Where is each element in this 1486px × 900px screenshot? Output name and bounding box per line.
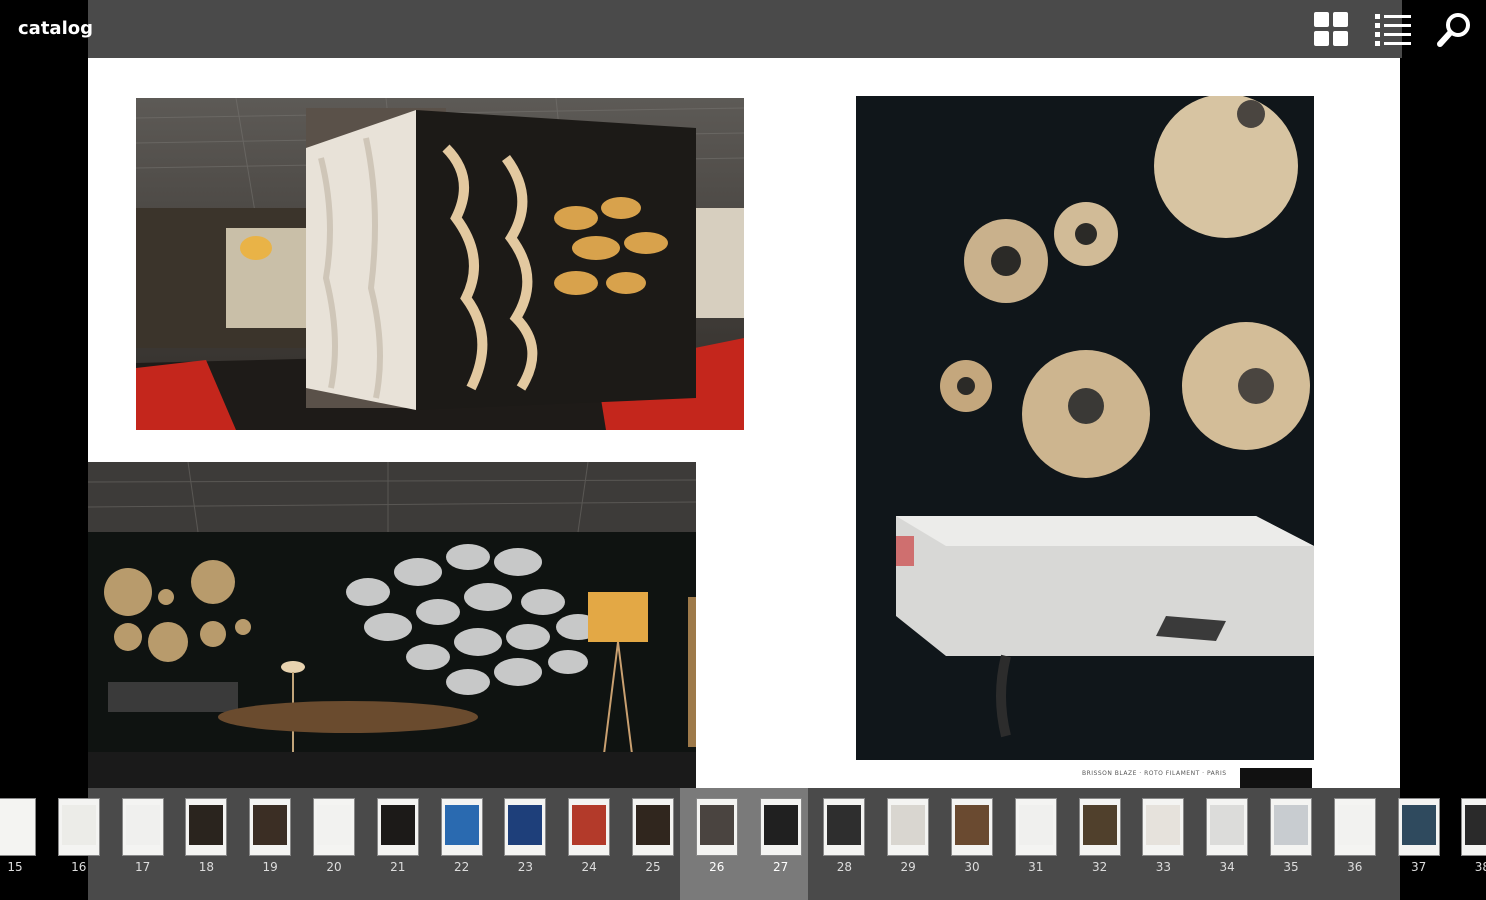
thumbnail-image [1082,805,1117,845]
thumbnail-page-number: 28 [836,860,853,874]
thumbnail-page-number: 24 [581,860,597,874]
thumbnail-image [0,805,32,845]
page-caption: BRISSON BLAZE · ROTO FILAMENT · PARIS [1082,770,1227,777]
thumbnail-image [189,805,224,845]
thumbnail-page-number: 29 [900,860,916,874]
thumbnail-page-number: 30 [964,860,980,874]
thumbnail-page-32[interactable] [1078,798,1121,856]
thumbnail-page-number: 37 [1410,860,1427,874]
thumbnail-image [1210,805,1245,845]
thumbnail-page-number: 21 [390,860,406,874]
app-title: catalog [18,18,93,39]
thumbnail-image [317,805,351,845]
thumbnail-image [508,805,543,845]
thumbnail-page-17[interactable] [121,798,164,856]
thumbnail-page-38[interactable] [1461,798,1486,856]
photo-exhibition-stand [136,98,744,430]
thumbnail-page-28[interactable] [823,798,866,856]
thumbnail-page-20[interactable] [313,798,355,856]
thumbnail-image [1146,805,1181,845]
thumbnail-page-number: 15 [7,860,23,874]
thumbnail-page-35[interactable] [1270,798,1312,856]
thumbnail-image [253,805,288,845]
grid-view-icon[interactable] [1312,10,1350,48]
thumbnail-image [1337,805,1372,845]
thumbnail-page-34[interactable] [1206,798,1249,856]
thumbnail-image [827,805,862,845]
thumbnail-image [891,805,926,845]
caption-logo-block [1240,768,1312,788]
thumbnail-page-24[interactable] [568,798,611,856]
thumbnail-page-number: 36 [1347,860,1363,874]
list-view-icon[interactable] [1374,10,1412,48]
thumbnail-image [1465,805,1486,845]
thumbnail-strip[interactable]: 15 16 17 18 19 20 21 22 23 24 25 26 27 28 29 30 31 32 33 34… [0,788,1486,900]
thumbnail-page-number: 19 [262,860,278,874]
thumbnail-page-number: 25 [645,860,661,874]
thumbnail-page-number: 17 [134,860,151,874]
thumbnail-page-number: 34 [1219,860,1235,874]
thumbnail-page-number: 38 [1474,860,1486,874]
thumbnail-page-16[interactable] [57,798,100,856]
thumbnail-page-number: 35 [1283,860,1299,874]
thumbnail-page-36[interactable] [1333,798,1376,856]
thumbnail-image [61,805,96,845]
thumbnail-page-22[interactable] [440,798,483,856]
thumbnail-page-25[interactable] [632,798,674,856]
thumbnail-page-15[interactable] [0,798,36,856]
thumbnail-image [125,805,160,845]
thumbnail-page-number: 16 [71,860,87,874]
photo-wall-lights-console [856,96,1314,760]
toolbar-actions [1312,10,1474,48]
thumbnail-image [1018,805,1053,845]
thumbnail-image [636,805,670,845]
search-icon[interactable] [1436,10,1474,48]
thumbnail-page-37[interactable] [1397,798,1440,856]
thumbnail-page-27[interactable] [759,798,802,856]
thumbnail-page-number: 33 [1155,860,1172,874]
thumbnail-page-19[interactable] [249,798,292,856]
thumbnail-image [380,805,415,845]
thumbnail-page-30[interactable] [951,798,993,856]
catalog-page-spread[interactable]: BRISSON BLAZE · ROTO FILAMENT · PARIS [88,58,1400,788]
thumbnail-image [699,805,734,845]
thumbnail-page-number: 32 [1091,860,1108,874]
thumbnail-page-number: 23 [517,860,534,874]
thumbnail-page-number: 27 [772,860,789,874]
thumbnail-image [763,805,798,845]
thumbnail-image [1274,805,1308,845]
thumbnail-image [444,805,479,845]
thumbnail-page-number: 18 [198,860,215,874]
thumbnail-image [572,805,607,845]
thumbnail-page-29[interactable] [887,798,930,856]
thumbnail-image [955,805,989,845]
photo-dark-dining-room [88,462,696,788]
thumbnail-page-26[interactable] [695,798,738,856]
thumbnail-page-21[interactable] [376,798,419,856]
thumbnail-page-number: 20 [326,860,342,874]
thumbnail-page-number: 22 [453,860,470,874]
thumbnail-page-23[interactable] [504,798,547,856]
thumbnail-page-number: 31 [1028,860,1044,874]
thumbnail-page-18[interactable] [185,798,228,856]
top-toolbar: catalog [0,0,1486,58]
thumbnail-image [1401,805,1436,845]
thumbnail-page-number: 26 [709,860,725,874]
thumbnail-page-31[interactable] [1014,798,1057,856]
thumbnail-page-33[interactable] [1142,798,1185,856]
